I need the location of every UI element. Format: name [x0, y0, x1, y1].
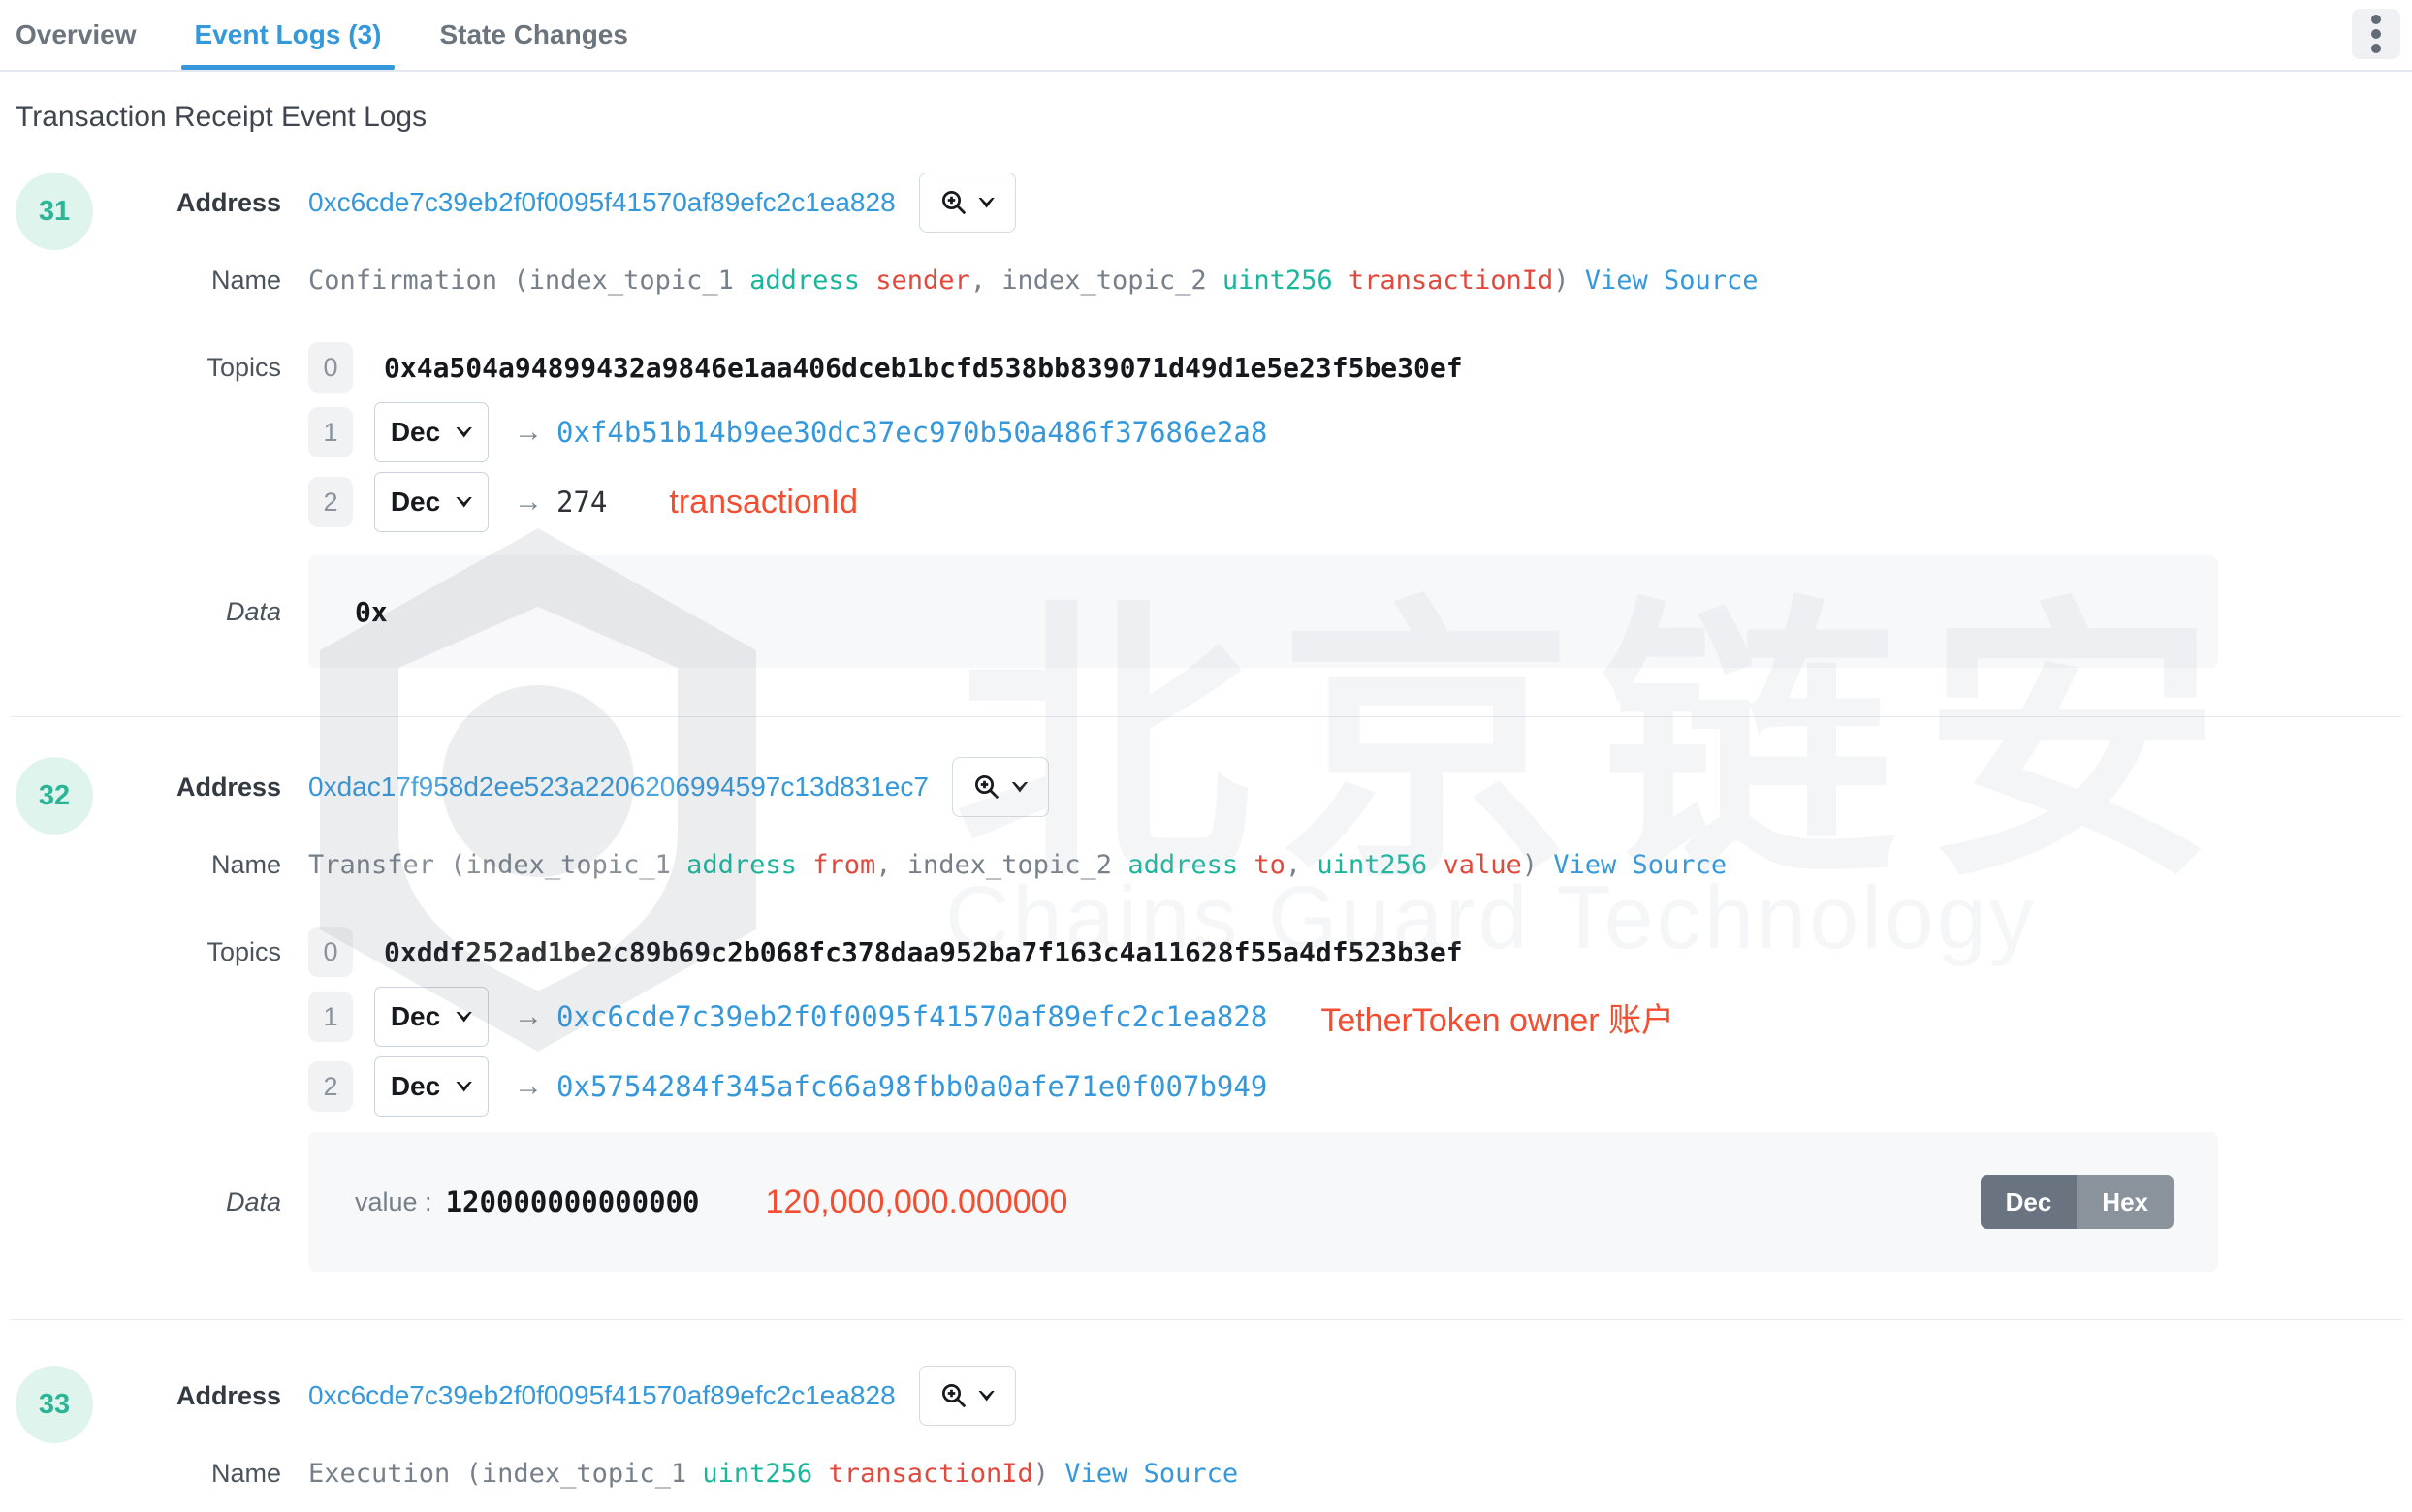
zoom-address-button[interactable]: [951, 757, 1049, 817]
address-link[interactable]: 0xc6cde7c39eb2f0f0095f41570af89efc2c1ea8…: [308, 187, 896, 218]
arrow-right-icon: →: [514, 416, 543, 448]
annotation-formatted-value: 120,000,000.000000: [765, 1182, 1068, 1220]
topic-index-badge: 2: [308, 477, 353, 527]
name-label: Name: [210, 849, 281, 879]
topic-format-dropdown[interactable]: Dec: [374, 1056, 489, 1117]
arrow-right-icon: →: [514, 1070, 543, 1102]
topic-format-dropdown[interactable]: Dec: [374, 402, 489, 462]
topic-value-link[interactable]: 0x5754284f345afc66a98fbb0a0afe71e0f007b9…: [556, 1070, 1267, 1103]
zoom-address-button[interactable]: [918, 1366, 1016, 1426]
chevron-down-icon: [978, 1390, 996, 1402]
magnifier-plus-icon: [942, 191, 967, 215]
annotation-tether-owner: TetherToken owner 账户: [1320, 1001, 1675, 1039]
arrow-right-icon: →: [514, 486, 543, 518]
address-link[interactable]: 0xc6cde7c39eb2f0f0095f41570af89efc2c1ea8…: [308, 1380, 896, 1411]
event-signature: Confirmation (index_topic_1 address send…: [308, 265, 1759, 296]
tab-bar: Overview Event Logs (3) State Changes: [0, 0, 2412, 72]
topic-index-badge: 1: [308, 992, 353, 1042]
topic-index-badge: 0: [308, 342, 353, 393]
zoom-address-button[interactable]: [918, 173, 1016, 233]
tab-event-logs[interactable]: Event Logs (3): [180, 0, 396, 70]
topic-hash: 0xddf252ad1be2c89b69c2b068fc378daa952ba7…: [384, 935, 1463, 968]
hex-toggle-button[interactable]: Hex: [2077, 1175, 2174, 1229]
section-divider: [10, 716, 2402, 717]
magnifier-plus-icon: [942, 1384, 967, 1408]
data-label: Data: [225, 596, 281, 626]
data-content: 0x: [355, 595, 388, 628]
topic-format-dropdown[interactable]: Dec: [374, 987, 489, 1047]
event-signature: Execution (index_topic_1 uint256 transac…: [308, 1458, 1239, 1489]
topic-index-badge: 2: [308, 1061, 353, 1112]
view-source-link[interactable]: View Source: [1553, 850, 1727, 880]
view-source-link[interactable]: View Source: [1585, 266, 1759, 296]
topic-index-badge: 1: [308, 407, 353, 457]
chevron-down-icon: [456, 1011, 473, 1023]
address-label: Address: [175, 1380, 281, 1410]
magnifier-plus-icon: [975, 775, 1000, 800]
topic-index-badge: 0: [308, 927, 353, 977]
event-signature: Transfer (index_topic_1 address from, in…: [308, 849, 1728, 880]
annotation-transaction-id: transactionId: [669, 483, 859, 520]
log-entry: 32 Address 0xdac17f958d2ee523a2206206994…: [0, 757, 2412, 1300]
dec-hex-toggle: Dec Hex: [1980, 1175, 2174, 1229]
topic-format-dropdown[interactable]: Dec: [374, 472, 489, 532]
chevron-down-icon: [978, 197, 996, 208]
address-label: Address: [175, 772, 281, 802]
tab-state-changes[interactable]: State Changes: [439, 0, 628, 70]
address-label: Address: [175, 187, 281, 217]
view-source-link[interactable]: View Source: [1064, 1459, 1238, 1489]
event-logs-page: 北京链安 Chains Guard Technology Overview Ev…: [0, 0, 2412, 1512]
data-label: Data: [225, 1186, 281, 1216]
topic-value-link[interactable]: 0xc6cde7c39eb2f0f0095f41570af89efc2c1ea8…: [556, 1000, 1267, 1033]
page-title: Transaction Receipt Event Logs: [16, 101, 428, 133]
kebab-menu-icon[interactable]: [2352, 9, 2400, 59]
tab-overview[interactable]: Overview: [16, 0, 137, 70]
topic-value: 274: [556, 486, 608, 519]
section-divider: [10, 1319, 2402, 1320]
log-entry: 31 Address 0xc6cde7c39eb2f0f0095f41570af…: [0, 173, 2412, 716]
topics-label: Topics: [206, 352, 281, 382]
name-label: Name: [210, 265, 281, 295]
dec-toggle-button[interactable]: Dec: [1980, 1175, 2078, 1229]
topics-label: Topics: [206, 936, 281, 966]
topic-value-link[interactable]: 0xf4b51b14b9ee30dc37ec970b50a486f37686e2…: [556, 416, 1267, 449]
chevron-down-icon: [456, 496, 473, 508]
data-box: 0x: [308, 555, 2218, 668]
chevron-down-icon: [1011, 781, 1029, 793]
arrow-right-icon: →: [514, 1000, 543, 1032]
data-value-label: value :: [355, 1186, 432, 1216]
chevron-down-icon: [456, 1081, 473, 1092]
log-entry: 33 Address 0xc6cde7c39eb2f0f0095f41570af…: [0, 1366, 2412, 1512]
name-label: Name: [210, 1458, 281, 1488]
chevron-down-icon: [456, 426, 473, 438]
data-box: value : 120000000000000 120,000,000.0000…: [308, 1132, 2218, 1272]
address-link[interactable]: 0xdac17f958d2ee523a2206206994597c13d831e…: [308, 772, 929, 803]
data-value: 120000000000000: [445, 1185, 700, 1218]
topic-hash: 0x4a504a94899432a9846e1aa406dceb1bcfd538…: [384, 351, 1463, 384]
